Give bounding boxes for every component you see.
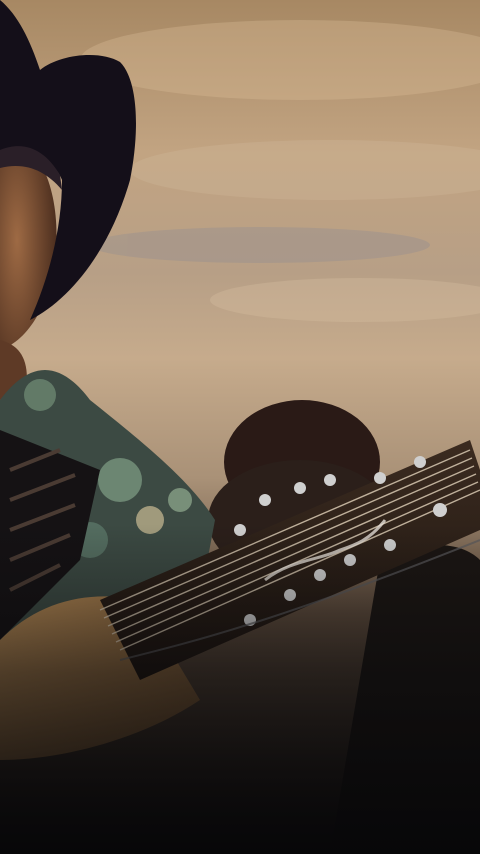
background-photo — [0, 0, 480, 854]
video-frame — [0, 0, 480, 854]
